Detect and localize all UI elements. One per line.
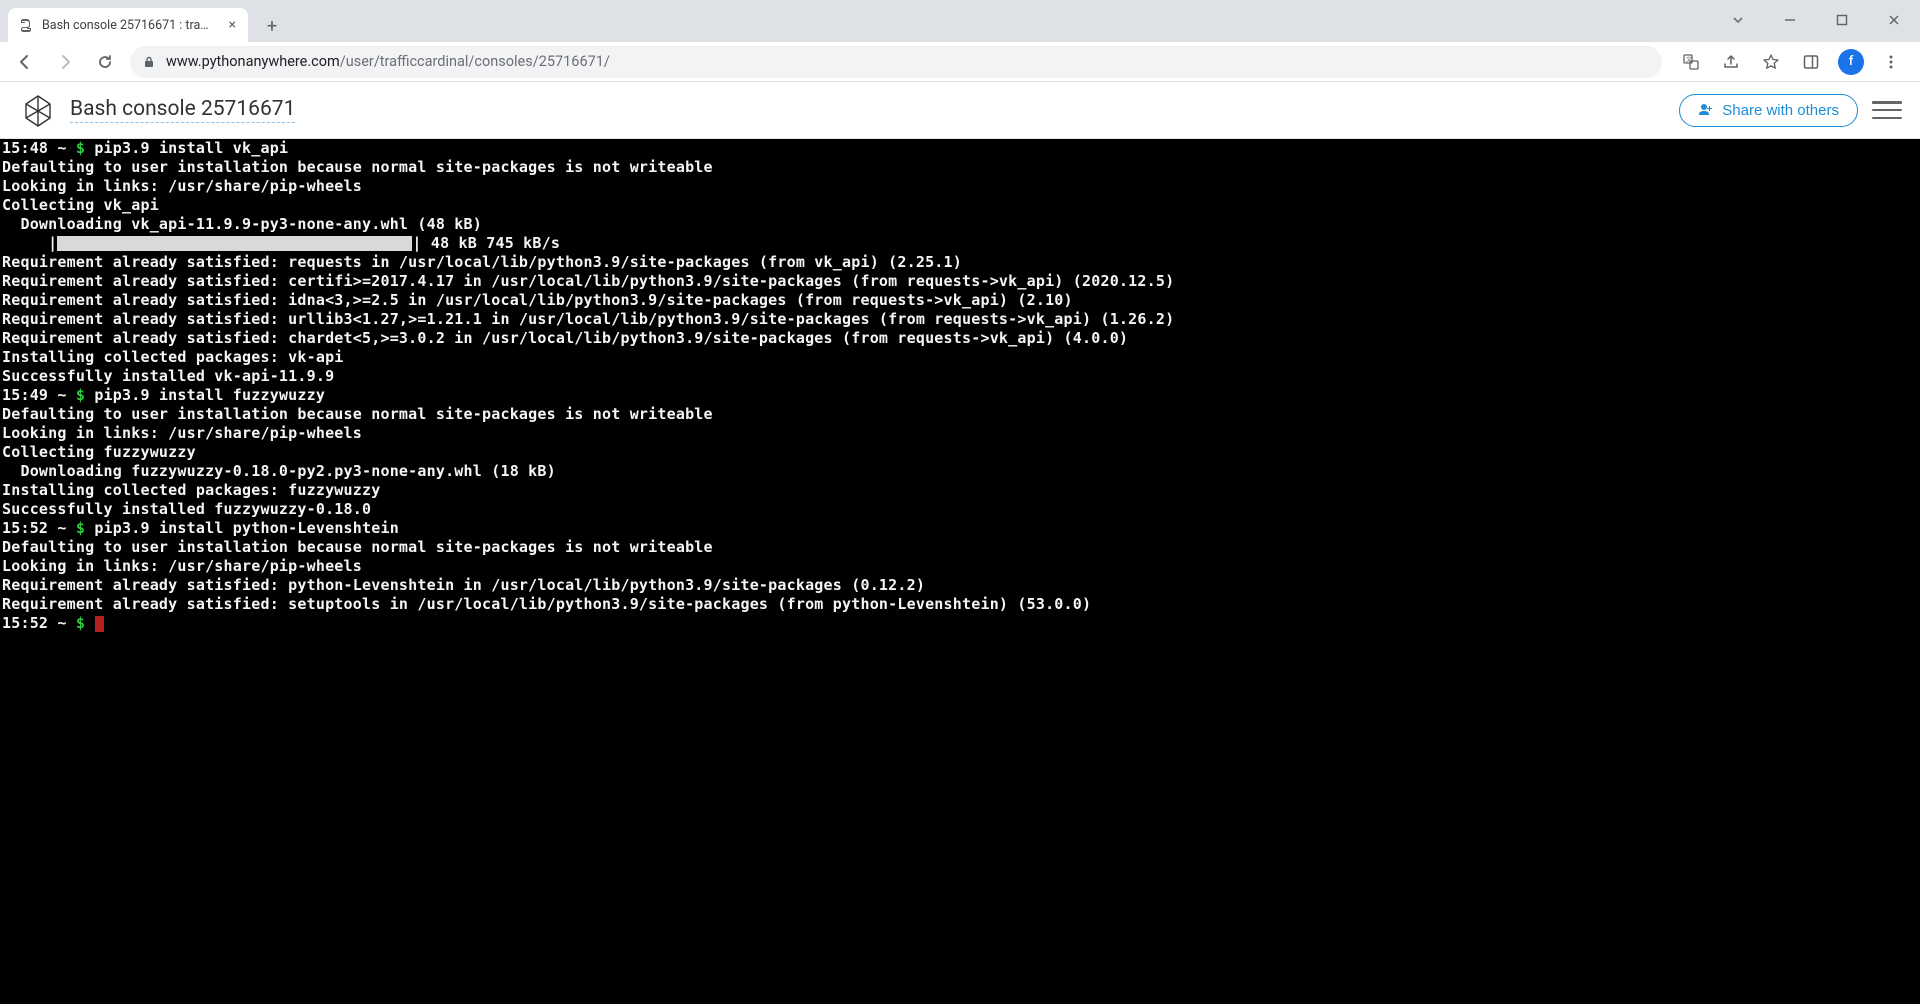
url-text: www.pythonanywhere.com/user/trafficcardi…: [166, 53, 610, 70]
browser-toolbar: www.pythonanywhere.com/user/trafficcardi…: [0, 42, 1920, 82]
terminal-line: Looking in links: /usr/share/pip-wheels: [2, 177, 1918, 196]
terminal-line: Defaulting to user installation because …: [2, 538, 1918, 557]
hamburger-menu-button[interactable]: [1872, 98, 1902, 122]
share-button-label: Share with others: [1722, 102, 1839, 119]
forward-button[interactable]: [50, 47, 80, 77]
tab-close-button[interactable]: ×: [227, 16, 238, 34]
toolbar-right-icons: 文 f: [1672, 49, 1910, 75]
terminal-line: Requirement already satisfied: certifi>=…: [2, 272, 1918, 291]
terminal-line: Requirement already satisfied: urllib3<1…: [2, 310, 1918, 329]
terminal-line: Successfully installed fuzzywuzzy-0.18.0: [2, 500, 1918, 519]
new-tab-button[interactable]: +: [258, 12, 286, 40]
person-plus-icon: [1698, 102, 1714, 118]
page-title[interactable]: Bash console 25716671: [70, 97, 295, 123]
terminal-line: Requirement already satisfied: requests …: [2, 253, 1918, 272]
terminal[interactable]: 15:48 ~ $ pip3.9 install vk_apiDefaultin…: [0, 139, 1920, 1004]
header-right: Share with others: [1679, 94, 1902, 127]
terminal-line: Collecting vk_api: [2, 196, 1918, 215]
terminal-line: Defaulting to user installation because …: [2, 158, 1918, 177]
terminal-line: Requirement already satisfied: python-Le…: [2, 576, 1918, 595]
terminal-line: Looking in links: /usr/share/pip-wheels: [2, 424, 1918, 443]
profile-avatar[interactable]: f: [1838, 49, 1864, 75]
kebab-menu-icon[interactable]: [1878, 49, 1904, 75]
terminal-line: Installing collected packages: fuzzywuzz…: [2, 481, 1918, 500]
terminal-line: Requirement already satisfied: idna<3,>=…: [2, 291, 1918, 310]
terminal-line: Collecting fuzzywuzzy: [2, 443, 1918, 462]
terminal-line: 15:52 ~ $ pip3.9 install python-Levensht…: [2, 519, 1918, 538]
terminal-line: Defaulting to user installation because …: [2, 405, 1918, 424]
svg-text:文: 文: [1686, 55, 1692, 63]
terminal-line: Requirement already satisfied: setuptool…: [2, 595, 1918, 614]
reload-button[interactable]: [90, 47, 120, 77]
header-left: Bash console 25716671: [18, 92, 295, 128]
chevron-down-icon[interactable]: [1718, 6, 1758, 34]
terminal-cursor: [95, 616, 104, 632]
terminal-line: Looking in links: /usr/share/pip-wheels: [2, 557, 1918, 576]
tab-title: Bash console 25716671 : trafficca: [42, 18, 219, 33]
lock-icon: [142, 55, 156, 69]
share-icon[interactable]: [1718, 49, 1744, 75]
terminal-line: Downloading vk_api-11.9.9-py3-none-any.w…: [2, 215, 1918, 234]
pythonanywhere-logo-icon[interactable]: [18, 92, 58, 128]
page-header: Bash console 25716671 Share with others: [0, 82, 1920, 139]
terminal-line: Installing collected packages: vk-api: [2, 348, 1918, 367]
share-with-others-button[interactable]: Share with others: [1679, 94, 1858, 127]
terminal-line: Requirement already satisfied: chardet<5…: [2, 329, 1918, 348]
terminal-line: || 48 kB 745 kB/s: [2, 234, 1918, 253]
browser-chrome: Bash console 25716671 : trafficca × + ww…: [0, 0, 1920, 82]
terminal-line: Downloading fuzzywuzzy-0.18.0-py2.py3-no…: [2, 462, 1918, 481]
minimize-button[interactable]: [1770, 6, 1810, 34]
favicon-snake-icon: [18, 17, 34, 33]
window-controls: [1718, 6, 1914, 34]
tab-strip: Bash console 25716671 : trafficca × +: [0, 0, 1920, 42]
browser-tab[interactable]: Bash console 25716671 : trafficca ×: [8, 8, 248, 42]
terminal-line: 15:49 ~ $ pip3.9 install fuzzywuzzy: [2, 386, 1918, 405]
terminal-line: 15:52 ~ $: [2, 614, 1918, 633]
terminal-line: 15:48 ~ $ pip3.9 install vk_api: [2, 139, 1918, 158]
close-window-button[interactable]: [1874, 6, 1914, 34]
maximize-button[interactable]: [1822, 6, 1862, 34]
star-icon[interactable]: [1758, 49, 1784, 75]
side-panel-icon[interactable]: [1798, 49, 1824, 75]
terminal-line: Successfully installed vk-api-11.9.9: [2, 367, 1918, 386]
translate-icon[interactable]: 文: [1678, 49, 1704, 75]
address-bar[interactable]: www.pythonanywhere.com/user/trafficcardi…: [130, 46, 1662, 78]
back-button[interactable]: [10, 47, 40, 77]
